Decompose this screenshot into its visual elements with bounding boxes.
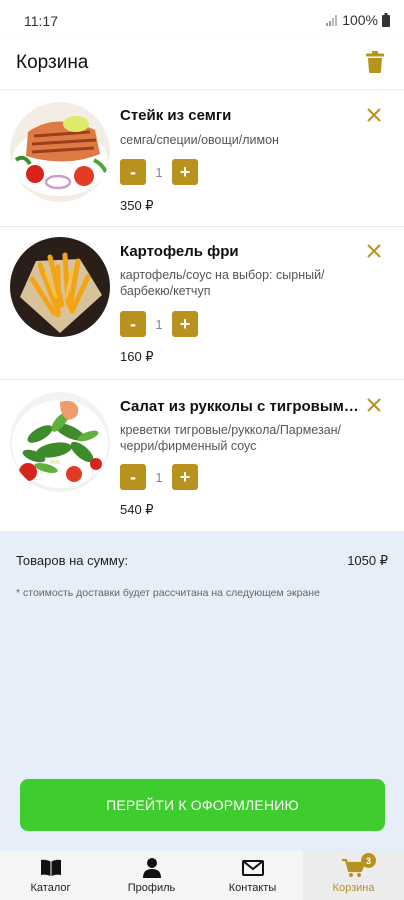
item-description: семга/специи/овощи/лимон (120, 133, 279, 147)
quantity-stepper: - 1 + (120, 464, 198, 490)
battery-icon (382, 13, 390, 27)
item-name: Салат из рукколы с тигровыми креветками (120, 398, 360, 415)
nav-item-contacts[interactable]: Контакты (202, 851, 303, 900)
status-time: 11:17 (24, 13, 58, 29)
remove-item-button[interactable] (366, 107, 382, 123)
item-description: креветки тигровые/руккола/Пармезан/черри… (120, 423, 342, 453)
quantity-stepper: - 1 + (120, 311, 198, 337)
item-price: 160 ₽ (120, 349, 154, 364)
cart-list: Стейк из семги семга/специи/овощи/лимон … (0, 90, 404, 531)
close-icon (367, 244, 381, 258)
quantity-stepper: - 1 + (120, 159, 198, 185)
close-icon (367, 108, 381, 122)
app-header: Корзина (0, 40, 404, 90)
cart-item: Салат из рукколы с тигровыми креветками … (0, 380, 404, 531)
decrease-quantity-button[interactable]: - (120, 159, 146, 185)
quantity-value: 1 (155, 164, 163, 180)
trash-icon (366, 51, 384, 73)
delivery-note: * стоимость доставки будет рассчитана на… (16, 587, 320, 599)
nav-label: Каталог (30, 882, 71, 894)
order-summary: Товаров на сумму: 1050 ₽ * стоимость дос… (0, 531, 404, 851)
page-title: Корзина (16, 52, 89, 73)
quantity-value: 1 (155, 316, 163, 332)
status-indicators: 100% (326, 12, 390, 28)
battery-percent: 100% (342, 12, 378, 28)
increase-quantity-button[interactable]: + (172, 311, 198, 337)
item-image-salmon-steak (10, 102, 110, 202)
quantity-value: 1 (155, 469, 163, 485)
decrease-quantity-button[interactable]: - (120, 311, 146, 337)
total-label: Товаров на сумму: (16, 553, 129, 568)
nav-label: Контакты (228, 882, 277, 894)
item-image-arugula-salad (10, 392, 110, 492)
nav-item-profile[interactable]: Профиль (101, 851, 202, 900)
person-icon (140, 857, 164, 879)
clear-cart-button[interactable] (366, 51, 384, 73)
close-icon (367, 398, 381, 412)
item-image-french-fries (10, 237, 110, 337)
cart-item: Стейк из семги семга/специи/овощи/лимон … (0, 90, 404, 227)
bottom-nav: Каталог Профиль Контакты 3 Корзина (0, 851, 404, 900)
remove-item-button[interactable] (366, 397, 382, 413)
nav-label: Профиль (127, 882, 176, 894)
cart-item: Картофель фри картофель/соус на выбор: с… (0, 227, 404, 380)
item-description: картофель/соус на выбор: сырный/барбекю/… (120, 268, 325, 298)
total-value: 1050 ₽ (347, 553, 388, 568)
decrease-quantity-button[interactable]: - (120, 464, 146, 490)
cart-count-badge: 3 (361, 853, 376, 868)
nav-item-cart[interactable]: 3 Корзина (303, 851, 404, 900)
increase-quantity-button[interactable]: + (172, 464, 198, 490)
checkout-button[interactable]: ПЕРЕЙТИ К ОФОРМЛЕНИЮ (20, 779, 385, 831)
envelope-icon (241, 857, 265, 879)
item-price: 540 ₽ (120, 502, 154, 517)
signal-icon (326, 14, 338, 26)
nav-item-catalog[interactable]: Каталог (0, 851, 101, 900)
nav-label: Корзина (332, 882, 375, 894)
item-name: Стейк из семги (120, 107, 232, 124)
remove-item-button[interactable] (366, 243, 382, 259)
item-price: 350 ₽ (120, 198, 154, 213)
book-icon (39, 857, 63, 879)
item-name: Картофель фри (120, 243, 239, 260)
increase-quantity-button[interactable]: + (172, 159, 198, 185)
status-bar: 11:17 100% (0, 0, 404, 40)
